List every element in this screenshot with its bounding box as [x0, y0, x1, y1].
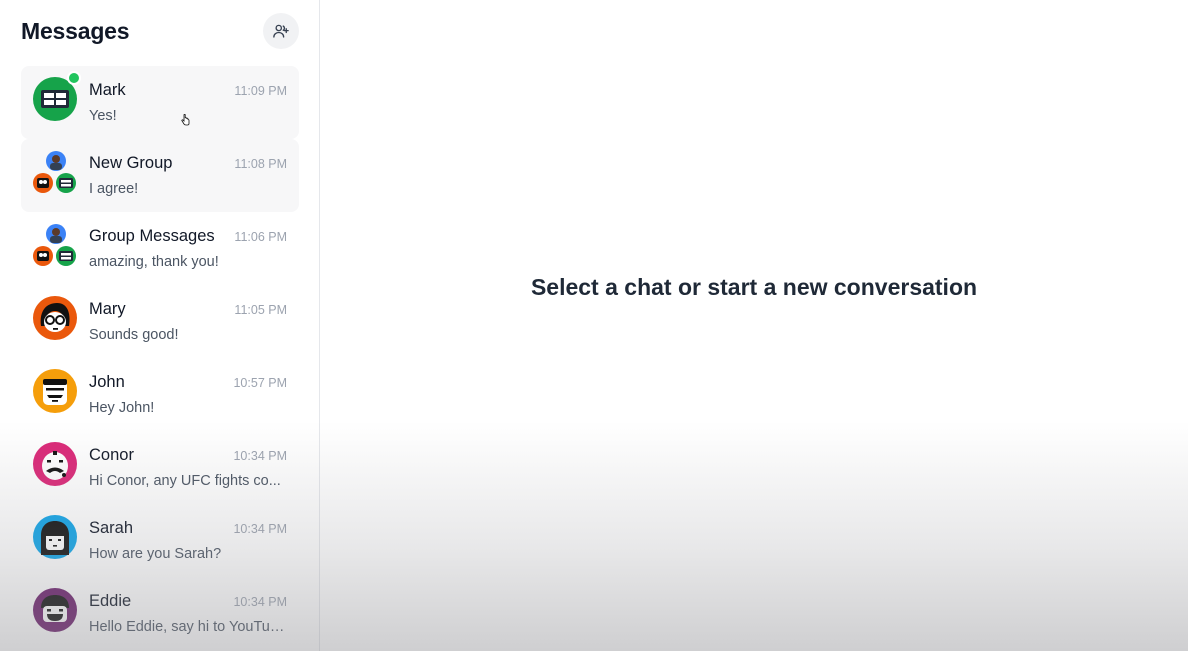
- hand-pointer-cursor-icon: [181, 114, 190, 126]
- conversation-name: Eddie: [89, 592, 132, 610]
- conversation-sidebar: Messages Mark 11:09 PM Yes! New Group 11…: [0, 0, 320, 651]
- online-status-indicator: [67, 71, 81, 85]
- conversation-item-group-messages[interactable]: Group Messages 11:06 PM amazing, thank y…: [21, 212, 299, 285]
- conversation-name: Sarah: [89, 519, 134, 537]
- empty-state-message: Select a chat or start a new conversatio…: [530, 274, 978, 300]
- avatar: [33, 369, 77, 413]
- chat-pane: Select a chat or start a new conversatio…: [320, 0, 1188, 651]
- conversation-name: New Group: [89, 154, 173, 172]
- conversation-item-conor[interactable]: Conor 10:34 PM Hi Conor, any UFC fights …: [21, 431, 299, 504]
- new-conversation-button[interactable]: [263, 13, 299, 49]
- conversation-time: 11:09 PM: [234, 84, 287, 98]
- conversation-preview: Sounds good!: [89, 327, 179, 343]
- avatar: [33, 588, 77, 632]
- conversation-time: 11:08 PM: [234, 157, 287, 171]
- page-title: Messages: [21, 17, 130, 44]
- conversation-time: 10:34 PM: [233, 449, 287, 463]
- conversation-list: Mark 11:09 PM Yes! New Group 11:08 PM I …: [0, 62, 319, 650]
- conversation-name: Mark: [89, 81, 126, 99]
- conversation-item-mark[interactable]: Mark 11:09 PM Yes!: [21, 66, 299, 139]
- conversation-item-sarah[interactable]: Sarah 10:34 PM How are you Sarah?: [21, 504, 299, 577]
- glasses-face-avatar-icon: [33, 296, 77, 340]
- conversation-name: Mary: [89, 300, 126, 318]
- avatar: [33, 296, 77, 340]
- group-avatar-icon: [33, 224, 76, 266]
- avatar: [33, 71, 81, 121]
- messages-app: Messages Mark 11:09 PM Yes! New Group 11…: [0, 0, 1188, 651]
- conversation-name: John: [89, 373, 125, 391]
- conversation-item-eddie[interactable]: Eddie 10:34 PM Hello Eddie, say hi to Yo…: [21, 577, 299, 650]
- avatar: [33, 515, 77, 559]
- sidebar-header: Messages: [0, 0, 319, 62]
- add-user-icon: [272, 22, 290, 40]
- avatar: [33, 442, 77, 486]
- conversation-preview: amazing, thank you!: [89, 254, 219, 270]
- conversation-time: 11:05 PM: [234, 303, 287, 317]
- conversation-name: Group Messages: [89, 227, 215, 245]
- conversation-time: 10:57 PM: [233, 376, 287, 390]
- smile-face-avatar-icon: [33, 588, 77, 632]
- mustache-face-avatar-icon: [33, 369, 77, 413]
- pink-face-avatar-icon: [33, 442, 77, 486]
- conversation-preview: How are you Sarah?: [89, 546, 222, 562]
- conversation-name: Conor: [89, 446, 134, 464]
- conversation-preview: Hello Eddie, say hi to YouTube!: [89, 619, 287, 635]
- conversation-item-mary[interactable]: Mary 11:05 PM Sounds good!: [21, 285, 299, 358]
- conversation-time: 11:06 PM: [234, 230, 287, 244]
- conversation-time: 10:34 PM: [233, 522, 287, 536]
- group-avatar: [33, 223, 77, 267]
- conversation-item-new-group[interactable]: New Group 11:08 PM I agree!: [21, 139, 299, 212]
- conversation-preview: I agree!: [89, 181, 139, 197]
- conversation-time: 10:34 PM: [233, 595, 287, 609]
- conversation-preview: Hey John!: [89, 400, 155, 416]
- group-avatar-icon: [33, 151, 76, 193]
- conversation-preview: Hi Conor, any UFC fights co...: [89, 473, 281, 489]
- group-avatar: [33, 150, 77, 194]
- conversation-item-john[interactable]: John 10:57 PM Hey John!: [21, 358, 299, 431]
- bangs-face-avatar-icon: [33, 515, 77, 559]
